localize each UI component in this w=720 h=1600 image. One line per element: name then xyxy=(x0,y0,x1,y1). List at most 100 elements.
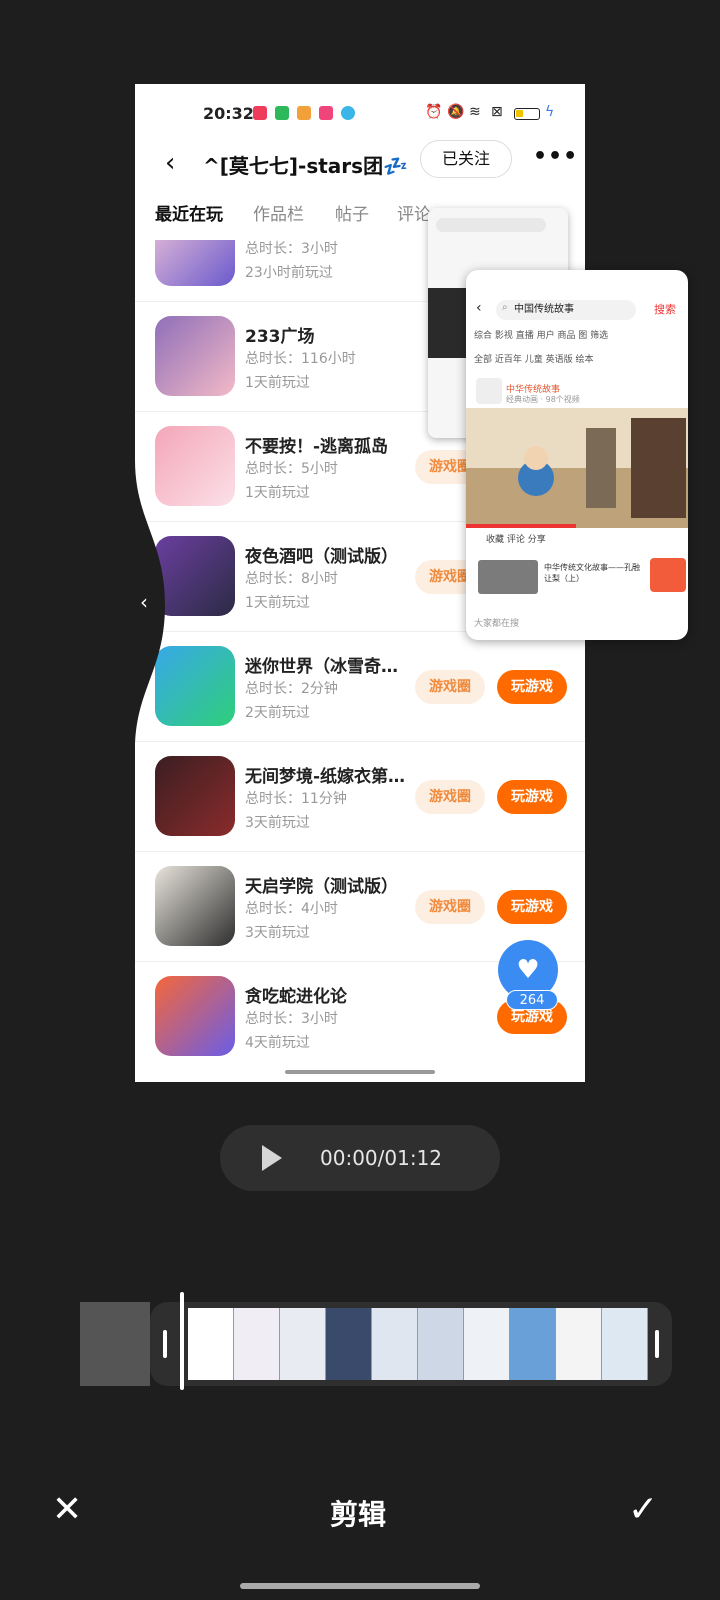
promo-thumbnail xyxy=(650,558,686,592)
app-notification-icon xyxy=(253,106,267,120)
game-row[interactable]: 无间梦境-纸嫁衣第… 总时长：11分钟 3天前玩过 游戏圈 玩游戏 xyxy=(135,742,585,852)
play-icon[interactable] xyxy=(262,1145,282,1171)
game-duration: 总时长：3小时 xyxy=(245,1011,338,1027)
game-icon xyxy=(155,316,235,396)
gesture-bar xyxy=(240,1583,480,1589)
game-icon xyxy=(155,976,235,1056)
more-options-icon[interactable]: ••• xyxy=(533,144,578,169)
wifi-icon: ≋ xyxy=(469,104,481,120)
video-actions: 收藏 评论 分享 xyxy=(486,535,546,545)
playhead-cursor[interactable] xyxy=(180,1292,184,1390)
timeline-frame-thumb xyxy=(464,1308,510,1380)
game-last-played: 1天前玩过 xyxy=(245,595,310,611)
search-app-window[interactable]: ‹ 中国传统故事 ⌕ 搜索 综合 影视 直播 用户 商品 图 筛选 全部 近百年… xyxy=(466,270,688,640)
game-last-played: 4天前玩过 xyxy=(245,1035,310,1051)
game-duration: 总时长：116小时 xyxy=(245,351,356,367)
play-game-button[interactable]: 玩游戏 xyxy=(497,670,567,704)
search-input: 中国传统故事 xyxy=(496,300,636,320)
app-notification-icon xyxy=(341,106,355,120)
game-duration: 总时长：5小时 xyxy=(245,461,338,477)
battery-icon xyxy=(514,108,540,120)
related-video-thumb xyxy=(478,560,538,594)
app-notification-icon xyxy=(297,106,311,120)
playback-time: 00:00/01:12 xyxy=(320,1146,443,1170)
profile-title: ^[莫七七]-stars团💤 xyxy=(203,154,408,178)
timeline-frame-thumb xyxy=(234,1308,280,1380)
trim-handle-start[interactable] xyxy=(163,1330,167,1358)
tab-recent[interactable]: 最近在玩 xyxy=(155,200,223,225)
game-last-played: 2天前玩过 xyxy=(245,705,310,721)
related-searches-label: 大家都在搜 xyxy=(474,619,520,629)
app-notification-icon xyxy=(275,106,289,120)
game-last-played: 23小时前玩过 xyxy=(245,265,333,281)
tab-posts[interactable]: 帖子 xyxy=(335,200,369,225)
game-duration: 总时长：3小时 xyxy=(245,241,338,257)
timeline-frame-thumb xyxy=(602,1308,648,1380)
game-name: 天启学院（测试版） xyxy=(245,877,398,897)
confirm-check-icon[interactable]: ✓ xyxy=(628,1490,658,1530)
app-notification-icon xyxy=(319,106,333,120)
search-subtabs: 全部 近百年 儿童 英语版 绘本 xyxy=(474,355,594,365)
game-last-played: 3天前玩过 xyxy=(245,925,310,941)
back-arrow-icon[interactable]: ‹ xyxy=(165,148,175,178)
timeline-frame-thumb xyxy=(510,1308,556,1380)
tab-works[interactable]: 作品栏 xyxy=(253,200,304,225)
play-game-button[interactable]: 玩游戏 xyxy=(497,780,567,814)
game-circle-button[interactable]: 游戏圈 xyxy=(415,780,485,814)
status-bar: 20:32 ⏰ 🔕 ≋ ⊠ ϟ xyxy=(135,84,585,140)
back-arrow-icon: ‹ xyxy=(476,300,482,316)
search-button: 搜索 xyxy=(654,303,676,316)
game-last-played: 3天前玩过 xyxy=(245,815,310,831)
timeline-frame-thumb xyxy=(188,1308,234,1380)
game-name: 迷你世界（冰雪奇… xyxy=(245,657,398,677)
timeline-frame-thumb xyxy=(280,1308,326,1380)
video-trim-screen: { "preview": { "status_time": "20:32", "… xyxy=(0,0,720,1600)
search-bar xyxy=(436,218,546,232)
back-gesture-arrow-icon: ‹ xyxy=(140,590,148,614)
game-duration: 总时长：2分钟 xyxy=(245,681,338,697)
profile-nav-bar: ‹ ^[莫七七]-stars团💤 已关注 ••• xyxy=(135,140,585,190)
search-icon: ⌕ xyxy=(502,302,508,313)
trim-handle-end[interactable] xyxy=(655,1330,659,1358)
game-icon xyxy=(155,866,235,946)
timeline-frame-thumb xyxy=(556,1308,602,1380)
search-tabs: 综合 影视 直播 用户 商品 图 筛选 xyxy=(474,331,609,341)
tab-comments[interactable]: 评论 xyxy=(397,200,431,225)
game-circle-button[interactable]: 游戏圈 xyxy=(415,670,485,704)
game-name: 夜色酒吧（测试版） xyxy=(245,547,398,567)
timeline-frame-thumb xyxy=(372,1308,418,1380)
timeline-excluded-region xyxy=(80,1302,150,1386)
game-name: 无间梦境-纸嫁衣第… xyxy=(245,767,406,787)
follow-button[interactable]: 已关注 xyxy=(420,140,512,178)
playback-control: 00:00/01:12 xyxy=(220,1125,500,1191)
status-time: 20:32 xyxy=(203,104,254,123)
related-video-title: 中华传统文化故事——孔融让梨（上） xyxy=(544,563,640,583)
home-indicator xyxy=(285,1070,435,1074)
game-icon xyxy=(155,756,235,836)
trim-timeline[interactable] xyxy=(80,1292,672,1390)
close-icon[interactable]: ✕ xyxy=(52,1490,82,1530)
game-last-played: 1天前玩过 xyxy=(245,375,310,391)
game-duration: 总时长：11分钟 xyxy=(245,791,347,807)
timeline-frame-thumb xyxy=(326,1308,372,1380)
game-name: 233广场 xyxy=(245,327,315,347)
timeline-thumbnails xyxy=(188,1308,648,1380)
game-icon xyxy=(155,240,235,286)
charging-icon: ϟ xyxy=(545,104,555,120)
video-thumbnail xyxy=(466,408,688,528)
game-duration: 总时长：8小时 xyxy=(245,571,338,587)
sim-off-icon: ⊠ xyxy=(491,104,503,120)
thumbnail xyxy=(428,288,468,358)
game-row[interactable]: 迷你世界（冰雪奇… 总时长：2分钟 2天前玩过 游戏圈 玩游戏 xyxy=(135,632,585,742)
like-count: 264 xyxy=(506,990,558,1010)
game-name: 贪吃蛇进化论 xyxy=(245,987,347,1007)
game-circle-button[interactable]: 游戏圈 xyxy=(415,890,485,924)
mute-icon: 🔕 xyxy=(447,104,465,120)
game-duration: 总时长：4小时 xyxy=(245,901,338,917)
play-game-button[interactable]: 玩游戏 xyxy=(497,890,567,924)
screen-title: 剪辑 xyxy=(330,1498,387,1531)
alarm-icon: ⏰ xyxy=(425,104,443,120)
game-name: 不要按！-逃离孤岛 xyxy=(245,437,389,457)
timeline-frame-thumb xyxy=(418,1308,464,1380)
channel-avatar xyxy=(476,378,502,404)
